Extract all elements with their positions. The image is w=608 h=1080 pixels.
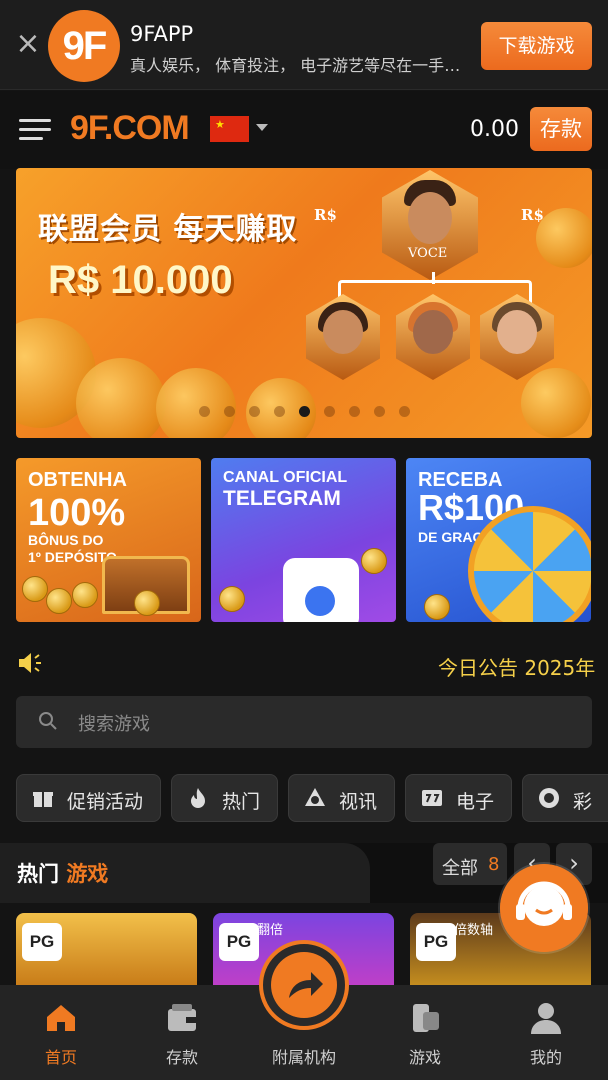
fire-icon (191, 788, 205, 808)
nav-label: 游戏 (408, 1048, 441, 1067)
poker-chip-icon (305, 788, 325, 806)
nav-home[interactable]: 首页 (16, 1000, 106, 1068)
category-label: 电子 (456, 791, 495, 813)
promo-line: 100% (28, 492, 126, 534)
nav-label: 存款 (165, 1048, 198, 1067)
app-download-banner: × 9F 9FAPP 真人娱乐， 体育投注， 电子游艺等尽在一手掌握 下载游戏 (0, 0, 608, 90)
nav-profile[interactable]: 我的 (501, 1000, 591, 1068)
app-description: 真人娱乐， 体育投注， 电子游艺等尽在一手掌握 (130, 56, 466, 75)
currency-tag: R$ (521, 206, 544, 224)
game-card[interactable]: PG (16, 913, 197, 988)
lottery-ball-icon (539, 788, 559, 808)
decorative-coin (76, 358, 166, 438)
customer-support-icon[interactable] (500, 864, 588, 952)
nav-games[interactable]: 游戏 (380, 1000, 470, 1068)
search-input[interactable]: 搜索游戏 (16, 696, 592, 748)
category-hot[interactable]: 热门 (171, 774, 278, 822)
slot-777-icon (422, 790, 442, 806)
category-lottery[interactable]: 彩 (522, 774, 608, 822)
hero-amount: R$ 10.000 (48, 258, 233, 302)
search-icon (39, 712, 57, 730)
carousel-dot[interactable] (273, 406, 285, 417)
promo-card-free-spin[interactable]: RECEBA R$100 DE GRAÇA (406, 458, 591, 622)
decorative-coin (521, 368, 591, 438)
gold-coin-icon (72, 582, 98, 608)
carousel-dot[interactable] (348, 406, 360, 417)
gold-coin-icon (46, 588, 72, 614)
carousel-dot[interactable] (248, 406, 260, 417)
decorative-coin (156, 368, 236, 438)
nav-label[interactable]: 附属机构 (254, 1044, 354, 1068)
carousel-dot[interactable] (198, 406, 210, 417)
promo-line: OBTENHA (28, 469, 127, 491)
gold-coin-icon (22, 576, 48, 602)
view-all-count: 8 (488, 854, 500, 875)
provider-badge: PG (416, 923, 456, 961)
carousel-dot[interactable] (323, 406, 335, 417)
promo-line: BÔNUS DO (28, 532, 104, 548)
promo-card-telegram[interactable]: CANAL OFICIAL TELEGRAM (211, 458, 396, 622)
wallet-icon (168, 1004, 196, 1031)
gamepad-icon (413, 1004, 439, 1032)
nav-label: 首页 (44, 1048, 77, 1067)
hero-voce-label: VOCE (408, 246, 448, 261)
category-slots[interactable]: 电子 (405, 774, 512, 822)
category-live[interactable]: 视讯 (288, 774, 395, 822)
category-label: 视讯 (339, 791, 378, 813)
gold-coin-icon (424, 594, 450, 620)
nav-affiliate-button[interactable] (259, 940, 349, 1030)
avatar-hex-voce (382, 170, 478, 280)
carousel-dot[interactable] (373, 406, 385, 417)
nav-deposit[interactable]: 存款 (137, 1000, 227, 1068)
user-icon (531, 1003, 561, 1034)
hero-title: 联盟会员 每天赚取 (38, 212, 298, 247)
carousel-dots[interactable] (16, 406, 592, 417)
decorative-coin (536, 208, 592, 268)
balance-amount: 0.00 (470, 117, 519, 142)
close-icon[interactable]: × (14, 29, 42, 59)
view-all-label: 全部 (442, 858, 478, 879)
gift-icon (33, 792, 53, 807)
gold-coin-icon (219, 586, 245, 612)
promo-line: TELEGRAM (223, 487, 341, 510)
hamburger-menu-icon[interactable] (19, 119, 51, 141)
promo-card-first-deposit[interactable]: OBTENHA 100% BÔNUS DO 1º DEPÓSITO (16, 458, 201, 622)
hot-title-part: 游戏 (66, 862, 109, 886)
carousel-dot[interactable] (298, 406, 310, 417)
site-logo[interactable]: 9F.COM (70, 109, 190, 148)
hot-title-part: 热门 (17, 862, 59, 886)
currency-tag: R$ (314, 206, 337, 224)
game-tag: 翻倍 (257, 923, 284, 938)
gold-coin-icon (134, 590, 160, 616)
nav-label: 我的 (529, 1048, 562, 1067)
provider-badge: PG (219, 923, 259, 961)
emoji-icon (361, 548, 387, 574)
notice-marquee[interactable]: 今日公告 2025年 (438, 652, 595, 681)
game-tag: 倍数轴 (454, 923, 494, 938)
search-placeholder: 搜索游戏 (78, 714, 150, 735)
category-label: 促销活动 (67, 791, 144, 813)
app-name: 9FAPP (130, 22, 194, 46)
telegram-icon (305, 586, 335, 616)
category-promotions[interactable]: 促销活动 (16, 774, 161, 822)
deposit-button[interactable]: 存款 (530, 107, 592, 151)
chevron-down-icon[interactable] (256, 124, 268, 131)
site-header: 9F.COM ★ 0.00 存款 (0, 91, 608, 169)
download-game-button[interactable]: 下载游戏 (481, 22, 592, 70)
provider-badge: PG (22, 923, 62, 961)
app-root: × 9F 9FAPP 真人娱乐， 体育投注， 电子游艺等尽在一手掌握 下载游戏 … (0, 0, 608, 1080)
category-label: 彩 (573, 791, 593, 813)
category-label: 热门 (222, 791, 261, 813)
hero-carousel[interactable]: 联盟会员 每天赚取 R$ 10.000 R$ R$ VOCE (16, 168, 592, 438)
carousel-dot[interactable] (223, 406, 235, 417)
promo-line: CANAL OFICIAL (223, 469, 348, 486)
china-flag-icon[interactable]: ★ (210, 116, 249, 142)
share-arrow-icon (271, 952, 337, 1018)
hot-games-title: 热门 游戏 (17, 858, 108, 888)
speaker-icon (19, 653, 41, 673)
home-icon (47, 1005, 75, 1031)
app-logo: 9F (48, 10, 120, 82)
carousel-dot[interactable] (398, 406, 410, 417)
